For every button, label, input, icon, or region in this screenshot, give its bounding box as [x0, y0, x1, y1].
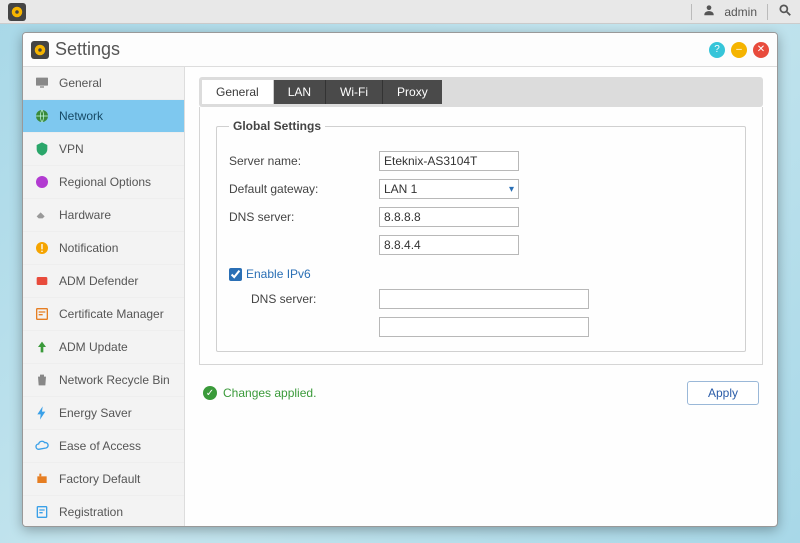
- dns1-input[interactable]: [379, 207, 519, 227]
- globe-icon: [33, 107, 51, 125]
- sidebar-item-defender[interactable]: ADM Defender: [23, 265, 184, 298]
- taskbar-separator: [691, 4, 692, 20]
- search-icon[interactable]: [778, 3, 792, 20]
- global-settings-group: Global Settings Server name: Default gat…: [216, 119, 746, 352]
- defender-icon: [33, 272, 51, 290]
- enable-ipv6-checkbox[interactable]: [229, 268, 242, 281]
- taskbar-separator: [767, 4, 768, 20]
- taskbar-user[interactable]: admin: [702, 3, 757, 20]
- window-app-icon: [31, 41, 49, 59]
- user-icon: [702, 3, 716, 20]
- group-title: Global Settings: [229, 119, 325, 133]
- sidebar-item-label: Factory Default: [59, 472, 140, 486]
- tab-bar: General LAN Wi-Fi Proxy: [199, 77, 763, 107]
- chevron-down-icon: ▾: [509, 184, 514, 195]
- sidebar-item-recyclebin[interactable]: Network Recycle Bin: [23, 364, 184, 397]
- tab-lan[interactable]: LAN: [274, 80, 326, 104]
- sidebar-item-label: VPN: [59, 142, 84, 156]
- trash-icon: [33, 371, 51, 389]
- sidebar-item-regional[interactable]: Regional Options: [23, 166, 184, 199]
- server-name-input[interactable]: [379, 151, 519, 171]
- sidebar-item-label: Ease of Access: [59, 439, 141, 453]
- taskbar: admin: [0, 0, 800, 24]
- certificate-icon: [33, 305, 51, 323]
- main-panel: General LAN Wi-Fi Proxy Global Settings …: [185, 67, 777, 526]
- status-message: ✓ Changes applied.: [203, 386, 316, 400]
- sidebar-item-label: Network: [59, 109, 103, 123]
- default-gateway-label: Default gateway:: [229, 182, 379, 196]
- ipv6-dns1-input[interactable]: [379, 289, 589, 309]
- titlebar: Settings ? – ✕: [23, 33, 777, 67]
- sidebar-item-update[interactable]: ADM Update: [23, 331, 184, 364]
- tab-label: LAN: [288, 85, 311, 99]
- monitor-icon: [33, 74, 51, 92]
- sidebar-item-label: Network Recycle Bin: [59, 373, 170, 387]
- notification-icon: [33, 239, 51, 257]
- energy-icon: [33, 404, 51, 422]
- sidebar-item-notification[interactable]: Notification: [23, 232, 184, 265]
- taskbar-user-label: admin: [724, 5, 757, 19]
- sidebar-item-label: Regional Options: [59, 175, 151, 189]
- settings-window: Settings ? – ✕ General Network VPN Reg: [22, 32, 778, 527]
- ipv6-dns-label: DNS server:: [251, 292, 379, 306]
- region-icon: [33, 173, 51, 191]
- window-title: Settings: [55, 39, 709, 60]
- enable-ipv6-label: Enable IPv6: [246, 267, 311, 281]
- help-button[interactable]: ?: [709, 42, 725, 58]
- sidebar-item-label: ADM Defender: [59, 274, 138, 288]
- sidebar-item-label: ADM Update: [59, 340, 128, 354]
- sidebar-item-certificate[interactable]: Certificate Manager: [23, 298, 184, 331]
- default-gateway-select[interactable]: LAN 1 ▾: [379, 179, 519, 199]
- sidebar-item-label: Registration: [59, 505, 123, 519]
- sidebar-item-hardware[interactable]: Hardware: [23, 199, 184, 232]
- tab-label: Wi-Fi: [340, 85, 368, 99]
- apply-button[interactable]: Apply: [687, 381, 759, 405]
- sidebar-item-label: Certificate Manager: [59, 307, 164, 321]
- sidebar-item-general[interactable]: General: [23, 67, 184, 100]
- tab-wifi[interactable]: Wi-Fi: [326, 80, 383, 104]
- minimize-button[interactable]: –: [731, 42, 747, 58]
- sidebar-item-energy[interactable]: Energy Saver: [23, 397, 184, 430]
- factory-icon: [33, 470, 51, 488]
- sidebar: General Network VPN Regional Options Har…: [23, 67, 185, 526]
- server-name-label: Server name:: [229, 154, 379, 168]
- vpn-icon: [33, 140, 51, 158]
- sidebar-item-registration[interactable]: Registration: [23, 496, 184, 526]
- dns2-input[interactable]: [379, 235, 519, 255]
- sidebar-item-ease[interactable]: Ease of Access: [23, 430, 184, 463]
- tab-content: Global Settings Server name: Default gat…: [199, 107, 763, 365]
- tab-general[interactable]: General: [202, 80, 274, 104]
- taskbar-app-icon[interactable]: [8, 3, 26, 21]
- sidebar-item-label: Notification: [59, 241, 118, 255]
- close-button[interactable]: ✕: [753, 42, 769, 58]
- sidebar-item-vpn[interactable]: VPN: [23, 133, 184, 166]
- dns-label: DNS server:: [229, 210, 379, 224]
- registration-icon: [33, 503, 51, 521]
- ipv6-dns2-input[interactable]: [379, 317, 589, 337]
- status-text: Changes applied.: [223, 386, 316, 400]
- sidebar-item-label: Hardware: [59, 208, 111, 222]
- sidebar-item-factory[interactable]: Factory Default: [23, 463, 184, 496]
- select-value: LAN 1: [384, 182, 417, 196]
- update-icon: [33, 338, 51, 356]
- tab-label: Proxy: [397, 85, 428, 99]
- hardware-icon: [33, 206, 51, 224]
- cloud-icon: [33, 437, 51, 455]
- sidebar-item-network[interactable]: Network: [23, 100, 184, 133]
- tab-label: General: [216, 85, 259, 99]
- sidebar-item-label: General: [59, 76, 102, 90]
- footer: ✓ Changes applied. Apply: [199, 381, 763, 405]
- sidebar-item-label: Energy Saver: [59, 406, 132, 420]
- check-icon: ✓: [203, 386, 217, 400]
- tab-proxy[interactable]: Proxy: [383, 80, 442, 104]
